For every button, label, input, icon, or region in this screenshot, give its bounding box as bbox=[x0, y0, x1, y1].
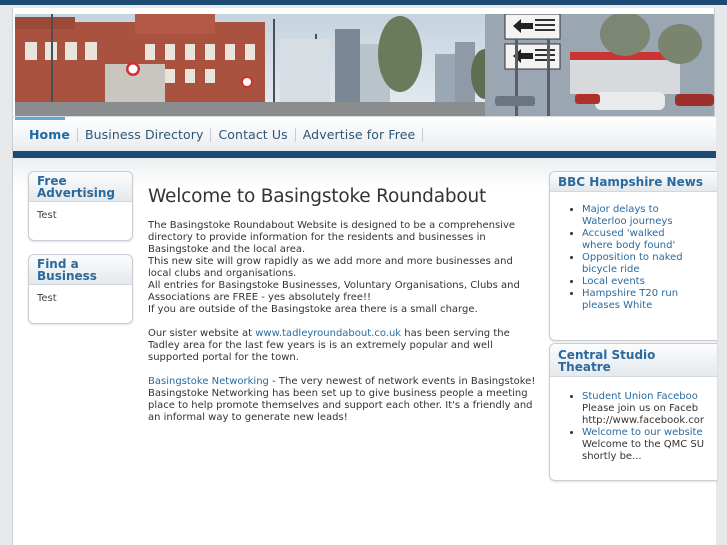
nav-advertise-for-free[interactable]: Advertise for Free bbox=[296, 127, 423, 142]
theatre-list: Student Union Faceboo Please join us on … bbox=[550, 377, 717, 463]
intro-paragraph: The Basingstoke Roundabout Website is de… bbox=[148, 220, 538, 316]
sister-site-paragraph: Our sister website at www.tadleyroundabo… bbox=[148, 328, 538, 364]
theatre-item-link[interactable]: Student Union Faceboo bbox=[582, 391, 698, 402]
nav-separator bbox=[422, 127, 424, 142]
news-item-link[interactable]: Opposition to naked bicycle ride bbox=[582, 252, 683, 275]
box-title-line: Theatre bbox=[558, 360, 611, 374]
tadley-roundabout-link[interactable]: www.tadleyroundabout.co.uk bbox=[255, 328, 401, 339]
news-item-link[interactable]: Local events bbox=[582, 276, 645, 287]
news-item: Hampshire T20 runpleases White bbox=[582, 288, 717, 312]
page-container: Home Business Directory Contact Us Adver… bbox=[12, 8, 717, 545]
theatre-item-text: shortly be... bbox=[582, 451, 642, 462]
main-content: Welcome to Basingstoke Roundabout The Ba… bbox=[148, 186, 538, 436]
nav-contact-us[interactable]: Contact Us bbox=[211, 127, 294, 142]
news-item-text: pleases White bbox=[582, 300, 653, 311]
bbc-news-title[interactable]: BBC Hampshire News bbox=[550, 172, 717, 192]
nav-business-directory[interactable]: Business Directory bbox=[78, 127, 211, 142]
header-banner-image bbox=[15, 14, 714, 117]
find-business-box: Find a Business Test bbox=[28, 254, 133, 324]
theatre-item-text: http://www.facebook.cor bbox=[582, 415, 705, 426]
free-advertising-title[interactable]: Free Advertising bbox=[29, 172, 132, 202]
find-business-body: Test bbox=[37, 293, 57, 304]
sister-site-prefix: Our sister website at bbox=[148, 328, 256, 339]
free-advertising-body: Test bbox=[37, 210, 57, 221]
news-item-text: where body found' bbox=[582, 240, 676, 251]
news-item-text: Waterloo journeys bbox=[582, 216, 673, 227]
theatre-item-link[interactable]: Welcome to our website bbox=[582, 427, 703, 438]
news-item-text: Hampshire T20 run bbox=[582, 288, 679, 299]
theatre-item: Welcome to our website Welcome to the QM… bbox=[582, 427, 717, 463]
networking-paragraph: Basingstoke Networking - The very newest… bbox=[148, 376, 538, 424]
theatre-title[interactable]: Central Studio Theatre bbox=[550, 344, 717, 377]
news-item-link[interactable]: Accused 'walked where body found' bbox=[582, 228, 675, 251]
bbc-hampshire-news-box: BBC Hampshire News Major delays toWaterl… bbox=[549, 171, 717, 341]
intro-text-free: All entries for Basingstoke Businesses, … bbox=[148, 280, 520, 303]
box-title-line: Advertising bbox=[37, 186, 115, 200]
news-item-text: Local events bbox=[582, 276, 645, 287]
news-item-text: Opposition to naked bbox=[582, 252, 683, 263]
basingstoke-networking-link[interactable]: Basingstoke Networking bbox=[148, 376, 269, 387]
top-stripe bbox=[0, 0, 727, 5]
news-item-link[interactable]: Major delays to Waterloo journeys bbox=[582, 204, 673, 227]
news-item-text: Accused 'walked bbox=[582, 228, 665, 239]
news-item-text: bicycle ride bbox=[582, 264, 640, 275]
intro-text: The Basingstoke Roundabout Website is de… bbox=[148, 220, 516, 255]
news-item: Local events bbox=[582, 276, 717, 288]
intro-text-growth: This new site will grow rapidly as we ad… bbox=[148, 256, 513, 279]
free-advertising-box: Free Advertising Test bbox=[28, 171, 133, 241]
news-item: Major delays toWaterloo journeys bbox=[582, 204, 717, 228]
news-item-link[interactable]: Hampshire T20 run pleases White bbox=[582, 288, 678, 311]
nav-bottom-bar bbox=[13, 151, 716, 158]
nav-home[interactable]: Home bbox=[22, 127, 77, 142]
news-item: Opposition to nakedbicycle ride bbox=[582, 252, 717, 276]
central-studio-theatre-box: Central Studio Theatre Student Union Fac… bbox=[549, 343, 717, 481]
find-business-title[interactable]: Find a Business bbox=[29, 255, 132, 285]
active-tab-indicator bbox=[15, 117, 65, 120]
theatre-item-text: Please join us on Faceb bbox=[582, 403, 699, 414]
news-item-text: Major delays to bbox=[582, 204, 659, 215]
bbc-news-list: Major delays toWaterloo journeys Accused… bbox=[550, 192, 717, 312]
intro-text-charge: If you are outside of the Basingstoke ar… bbox=[148, 304, 478, 315]
main-navigation: Home Business Directory Contact Us Adver… bbox=[13, 116, 716, 151]
theatre-item-text: Welcome to the QMC SU bbox=[582, 439, 705, 450]
page-title: Welcome to Basingstoke Roundabout bbox=[148, 186, 487, 207]
box-title-line: Business bbox=[37, 269, 97, 283]
news-item: Accused 'walkedwhere body found' bbox=[582, 228, 717, 252]
theatre-item: Student Union Faceboo Please join us on … bbox=[582, 391, 717, 427]
